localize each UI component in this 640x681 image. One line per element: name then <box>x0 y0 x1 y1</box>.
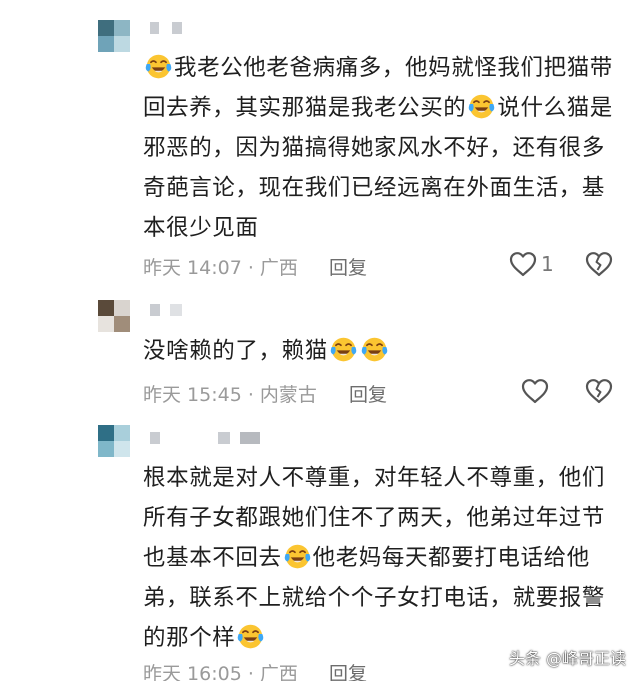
heart-outline-icon <box>509 252 537 277</box>
comment-time-location: 昨天 14:07 · 广西 <box>143 257 298 279</box>
laughing-crying-emoji <box>284 544 310 569</box>
laughing-crying-emoji <box>469 94 495 119</box>
avatar[interactable] <box>98 20 130 52</box>
broken-heart-icon[interactable] <box>585 249 613 279</box>
comment-text: 没啥赖的了，赖猫 <box>143 331 613 371</box>
comment-text: 根本就是对人不尊重，对年轻人不尊重，他们所有子女都跟她们住不了两天，他弟过年过节… <box>143 458 613 658</box>
laughing-crying-emoji <box>238 624 264 649</box>
avatar[interactable] <box>98 425 130 457</box>
comment-text: 我老公他老爸病痛多，他妈就怪我们把猫带回去养，其实那猫是我老公买的 说什么猫是邪恶… <box>143 48 613 248</box>
like-button[interactable] <box>521 376 553 406</box>
comment-time-location: 昨天 15:45 · 内蒙古 <box>143 384 317 406</box>
laughing-crying-emoji <box>145 54 172 79</box>
reply-button[interactable]: 回复 <box>329 659 367 681</box>
reply-button[interactable]: 回复 <box>349 380 387 407</box>
reply-button[interactable]: 回复 <box>329 253 367 280</box>
laughing-crying-emoji <box>361 337 388 362</box>
avatar[interactable] <box>98 300 130 332</box>
watermark: 头条 @峰哥正读 <box>508 649 626 668</box>
like-count: 1 <box>541 252 554 276</box>
heart-outline-icon <box>521 379 549 404</box>
broken-heart-icon[interactable] <box>585 376 613 406</box>
like-button[interactable]: 1 <box>509 249 554 279</box>
laughing-crying-emoji <box>330 337 357 362</box>
comment-time-location: 昨天 16:05 · 广西 <box>143 663 298 681</box>
comment-text-run: 没啥赖的了，赖猫 <box>143 338 328 364</box>
